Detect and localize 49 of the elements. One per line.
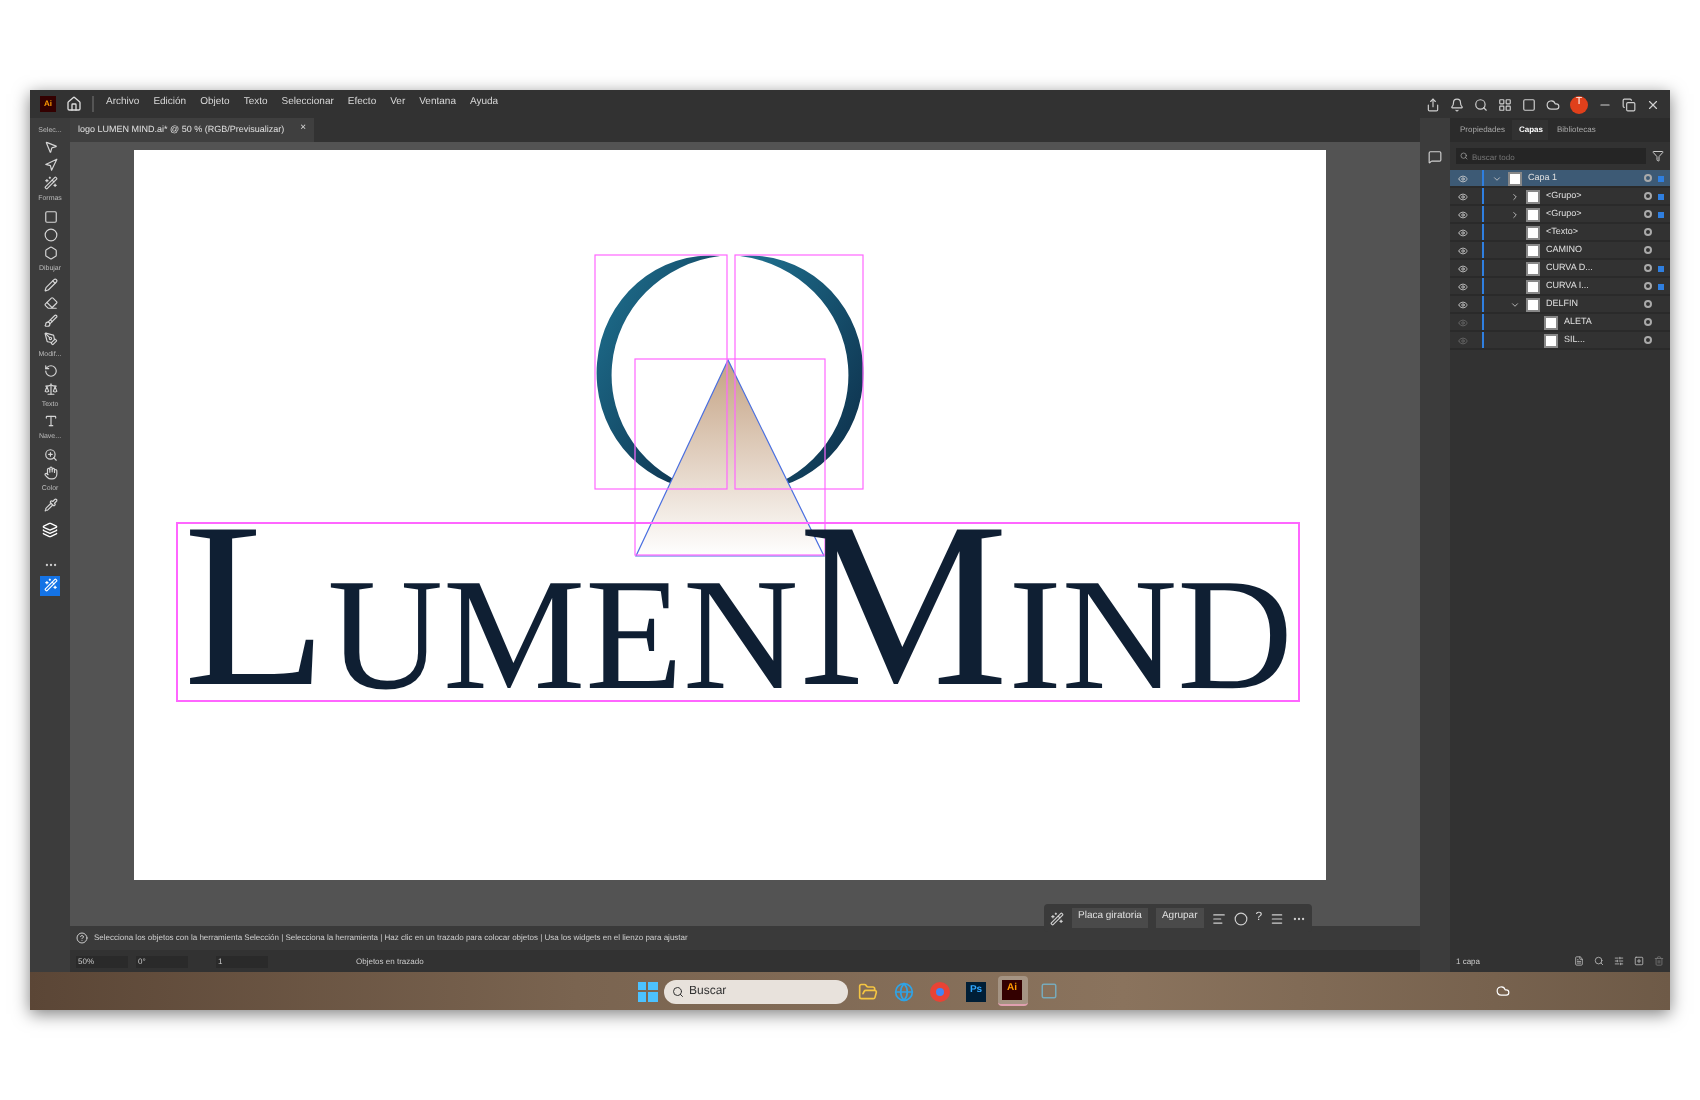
pen-tool-icon[interactable]: [43, 331, 57, 346]
share-icon[interactable]: [1426, 97, 1440, 111]
folder-icon: [858, 981, 878, 1001]
align-icon[interactable]: [1211, 911, 1226, 925]
layout-icon[interactable]: [1498, 97, 1512, 111]
app-icon: [1039, 982, 1057, 1000]
eraser-tool-icon[interactable]: [43, 295, 57, 310]
browser-icon: [930, 981, 950, 1001]
restore-icon[interactable]: [1622, 97, 1636, 111]
eyedropper-icon[interactable]: [43, 497, 57, 512]
options-icon[interactable]: [1614, 956, 1624, 966]
selection-tool-icon[interactable]: [43, 140, 57, 155]
direct-selection-tool-icon[interactable]: [43, 158, 57, 173]
circle-icon[interactable]: [1233, 911, 1248, 925]
expand-icon[interactable]: [1492, 173, 1502, 183]
search-icon[interactable]: [1594, 956, 1604, 966]
expand-icon[interactable]: [1510, 209, 1520, 219]
filter-icon[interactable]: [1652, 150, 1664, 162]
sparkle-icon: [43, 578, 57, 593]
close-icon[interactable]: [1646, 97, 1660, 111]
expand-icon[interactable]: [1510, 191, 1520, 201]
new-layer-icon[interactable]: [1634, 956, 1644, 966]
type-tool-icon[interactable]: [43, 414, 57, 429]
cloud-icon[interactable]: [1546, 97, 1560, 111]
pencil-tool-icon[interactable]: [43, 277, 57, 292]
rotate-tool-icon[interactable]: [43, 364, 57, 378]
expand-icon[interactable]: [1510, 299, 1520, 309]
zoom-tool-icon[interactable]: [43, 447, 57, 461]
help-icon[interactable]: [76, 932, 88, 944]
sparkle-icon[interactable]: [1050, 911, 1064, 925]
search-icon[interactable]: [1474, 97, 1488, 111]
scale-tool-icon[interactable]: [43, 382, 57, 396]
ellipse-tool-icon[interactable]: [43, 227, 57, 241]
browser-icon: [894, 981, 914, 1001]
search-icon: [1460, 152, 1468, 160]
logo-text: LUMENMIND: [176, 522, 1300, 702]
menu-icon[interactable]: [1270, 911, 1285, 925]
hand-tool-icon[interactable]: [43, 465, 57, 479]
trash-icon[interactable]: [1654, 956, 1664, 966]
rectangle-tool-icon[interactable]: [43, 209, 57, 223]
polygon-tool-icon[interactable]: [43, 245, 57, 259]
comments-icon[interactable]: [1428, 150, 1442, 164]
search-icon: [671, 985, 683, 997]
start-icon[interactable]: [637, 981, 657, 1001]
brush-tool-icon[interactable]: [43, 313, 57, 328]
panel-icon[interactable]: [1522, 97, 1536, 111]
generative-tool-button[interactable]: [40, 575, 60, 596]
bell-icon[interactable]: [1450, 97, 1464, 111]
home-icon[interactable]: [66, 96, 82, 112]
